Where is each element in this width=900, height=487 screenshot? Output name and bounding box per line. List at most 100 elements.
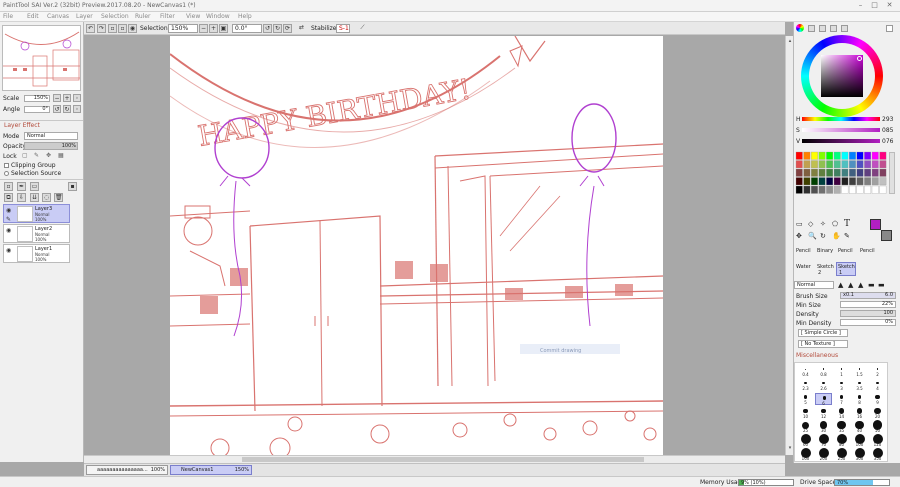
move-tool-icon[interactable]: ✥: [796, 232, 802, 240]
brush-preset[interactable]: 2: [869, 365, 886, 377]
menu-selection[interactable]: Selection: [101, 13, 129, 20]
shape-hard-icon[interactable]: ▲: [838, 281, 843, 289]
color-swatch[interactable]: [856, 151, 864, 160]
tool-pencil[interactable]: Pencil: [796, 248, 811, 254]
color-swatch[interactable]: [826, 177, 834, 186]
hue-slider[interactable]: [802, 117, 880, 121]
delete-layer-icon[interactable]: 🗑: [54, 193, 63, 202]
new-layer-icon[interactable]: ▫: [4, 182, 13, 191]
brush-preset[interactable]: 4: [869, 379, 886, 391]
new-vector-layer-icon[interactable]: ✒: [17, 182, 26, 191]
color-swatch[interactable]: [833, 160, 841, 169]
brush-preset[interactable]: 300: [851, 448, 868, 461]
rotate-tool-icon[interactable]: ↻: [820, 232, 826, 240]
color-swatch[interactable]: [811, 151, 818, 160]
menu-window[interactable]: Window: [206, 13, 230, 20]
color-swatch[interactable]: [795, 168, 803, 177]
color-swatch[interactable]: [871, 177, 879, 186]
brush-preset[interactable]: 2.6: [815, 379, 832, 391]
brush-preset[interactable]: 60: [797, 434, 814, 447]
layer-item-layer3[interactable]: ◉ ✎ Layer3 Normal 100%: [3, 204, 70, 223]
select-pen-icon[interactable]: ⬠: [832, 220, 838, 228]
shape-medium-icon[interactable]: ▲: [848, 281, 853, 289]
color-swatch[interactable]: [818, 185, 826, 194]
navigator-preview[interactable]: [2, 25, 81, 91]
zoom-out-button[interactable]: −: [53, 94, 61, 102]
swatches-icon[interactable]: [830, 25, 837, 32]
selection-source-checkbox[interactable]: [4, 171, 9, 176]
tool-pencil-2[interactable]: Pencil: [838, 248, 853, 254]
color-swatch[interactable]: [864, 177, 872, 186]
angle-field[interactable]: 0.0°: [232, 24, 262, 33]
color-swatch[interactable]: [841, 151, 849, 160]
merge-icon[interactable]: ⇊: [30, 193, 39, 202]
invert-selection-icon[interactable]: ▫: [118, 24, 127, 33]
miscellaneous-label[interactable]: Miscellaneous: [796, 352, 838, 359]
color-swatch[interactable]: [833, 177, 841, 186]
brush-preset[interactable]: 80: [833, 434, 850, 447]
menu-help[interactable]: Help: [238, 13, 252, 20]
color-swatch[interactable]: [818, 177, 826, 186]
copy-layer-icon[interactable]: ⧉: [4, 193, 13, 202]
color-swatch[interactable]: [879, 177, 887, 186]
drawing-canvas[interactable]: HAPPY BIRTHDAY! Commit drawing: [170, 36, 663, 455]
brush-preset[interactable]: 25: [797, 421, 814, 433]
color-swatch[interactable]: [849, 160, 856, 169]
color-swatch[interactable]: [864, 160, 872, 169]
color-swatch[interactable]: [795, 160, 803, 169]
lock-brush-icon[interactable]: ✎: [34, 152, 39, 159]
brush-preset[interactable]: 120: [869, 434, 886, 447]
layer-item-layer1[interactable]: ◉ Layer1 Normal 100%: [3, 244, 70, 263]
brush-preset[interactable]: 50: [869, 420, 886, 433]
color-swatch[interactable]: [833, 185, 841, 194]
color-swatch[interactable]: [856, 185, 864, 194]
color-swatch[interactable]: [871, 168, 879, 177]
brush-preset[interactable]: 14: [833, 407, 850, 419]
brush-preset[interactable]: 70: [815, 434, 832, 447]
shape-flat-icon[interactable]: ▬: [868, 281, 875, 289]
hsv-slider-icon[interactable]: [819, 25, 826, 32]
color-swatch[interactable]: [826, 185, 834, 194]
color-swatch[interactable]: [879, 168, 887, 177]
brush-preset[interactable]: 9: [869, 393, 886, 405]
menu-filter[interactable]: Filter: [160, 13, 175, 20]
zoom-out-icon[interactable]: −: [199, 24, 208, 33]
color-swatch[interactable]: [849, 168, 856, 177]
color-swatch[interactable]: [856, 168, 864, 177]
color-swatch[interactable]: [826, 151, 834, 160]
hand-tool-icon[interactable]: ✋: [832, 232, 841, 240]
color-swatch[interactable]: [864, 185, 872, 194]
opacity-slider[interactable]: 100%: [24, 142, 78, 150]
color-swatch[interactable]: [803, 160, 811, 169]
angle-field[interactable]: 0°: [24, 106, 50, 113]
brush-preset[interactable]: 20: [869, 407, 886, 419]
brush-preset[interactable]: 160: [797, 448, 814, 461]
eye-icon[interactable]: ◉: [6, 247, 14, 254]
brush-preset[interactable]: 0.4: [797, 365, 814, 377]
brush-size-slider[interactable]: x0.1 6.0: [840, 292, 896, 299]
color-swatch[interactable]: [811, 160, 818, 169]
brush-preset[interactable]: 200: [815, 448, 832, 461]
brush-preset[interactable]: 0.8: [815, 365, 832, 377]
brush-preset[interactable]: 1: [833, 365, 850, 377]
density-slider[interactable]: 100: [840, 310, 896, 317]
min-density-slider[interactable]: 0%: [840, 319, 896, 326]
canvas-workspace[interactable]: HAPPY BIRTHDAY! Commit drawing: [84, 36, 785, 455]
menu-view[interactable]: View: [186, 13, 200, 20]
color-swatch[interactable]: [841, 168, 849, 177]
undo-icon[interactable]: ↶: [86, 24, 95, 33]
layer-effect-label[interactable]: Layer Effect: [4, 122, 40, 129]
color-swatch[interactable]: [833, 168, 841, 177]
color-swatch[interactable]: [818, 168, 826, 177]
clipping-group-checkbox[interactable]: [4, 163, 9, 168]
new-folder-icon[interactable]: ▭: [30, 182, 39, 191]
color-swatch[interactable]: [818, 151, 826, 160]
canvas-tab-0[interactable]: aaaaaaaaaaaaaaa... 100%: [86, 465, 168, 475]
maximize-button[interactable]: □: [869, 1, 880, 10]
color-wheel-icon[interactable]: [796, 24, 804, 32]
tool-binary[interactable]: Binary: [817, 248, 833, 254]
menu-ruler[interactable]: Ruler: [135, 13, 151, 20]
zoom-in-button[interactable]: +: [63, 94, 71, 102]
color-swatch[interactable]: [811, 168, 818, 177]
color-swatch[interactable]: [871, 160, 879, 169]
